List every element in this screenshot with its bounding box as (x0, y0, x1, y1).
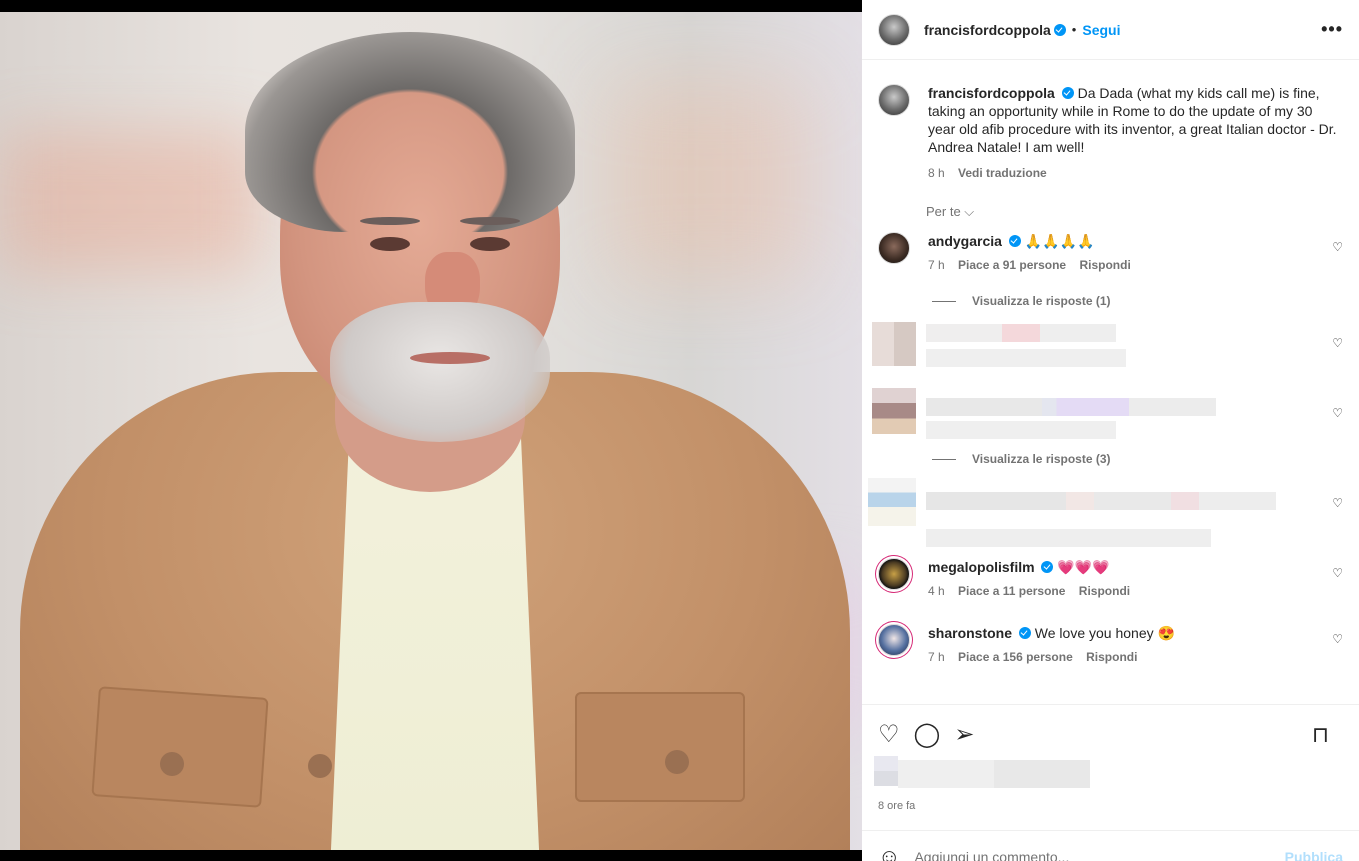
caption: francisfordcoppola Da Dada (what my kids… (878, 84, 1343, 182)
comment-item: andygarcia 🙏🙏🙏🙏 7 h Piace a 91 persone R… (878, 232, 1343, 274)
comment-likes[interactable]: Piace a 91 persone (958, 258, 1066, 272)
pixelated-avatar (872, 322, 916, 366)
comment-likes[interactable]: Piace a 156 persone (958, 650, 1073, 664)
pixelated-avatar (868, 478, 916, 526)
bookmark-icon[interactable]: ⊓ (1312, 722, 1329, 748)
comment-item-hidden: ♡ (872, 322, 1343, 372)
post-side-panel: francisfordcoppola • Segui ••• francisfo… (862, 0, 1359, 861)
caption-time: 8 h (928, 166, 945, 180)
post-actions-bar: ♡ ◯ ➢ ⊓ (862, 704, 1359, 764)
pixelated-avatar (872, 388, 916, 434)
comment-text: We love you honey 😍 (1034, 625, 1175, 641)
comments-list[interactable]: francisfordcoppola Da Dada (what my kids… (862, 60, 1359, 704)
author-avatar[interactable] (878, 84, 910, 116)
comment-username[interactable]: sharonstone (928, 625, 1012, 641)
comment-username[interactable]: andygarcia (928, 233, 1002, 249)
heart-icon[interactable]: ♡ (1332, 336, 1343, 350)
post-time-ago: 8 ore fa (878, 800, 916, 812)
comment-likes[interactable]: Piace a 11 persone (958, 584, 1065, 598)
comment-filter-dropdown[interactable]: Per te ⌵ (926, 204, 1343, 220)
heart-icon[interactable]: ♡ (878, 720, 900, 749)
post-header: francisfordcoppola • Segui ••• (862, 0, 1359, 60)
verified-badge-icon (1018, 627, 1031, 639)
comment-time: 7 h (928, 650, 945, 664)
comment-icon[interactable]: ◯ (914, 720, 941, 749)
comment-text: 🙏🙏🙏🙏 (1024, 233, 1095, 249)
verified-badge-icon (1061, 87, 1074, 99)
see-translation-button[interactable]: Vedi traduzione (958, 166, 1047, 180)
heart-icon[interactable]: ♡ (1332, 496, 1343, 510)
send-icon[interactable]: ➢ (954, 720, 974, 749)
view-replies-button[interactable]: Visualizza le risposte (3) (932, 452, 1343, 466)
caption-username[interactable]: francisfordcoppola (928, 85, 1055, 101)
reply-button[interactable]: Rispondi (1079, 584, 1130, 598)
comment-input[interactable] (914, 848, 1285, 861)
comment-time: 7 h (928, 258, 945, 272)
heart-icon[interactable]: ♡ (1332, 406, 1343, 420)
emoji-icon[interactable]: ☺ (878, 844, 900, 861)
commenter-avatar[interactable] (878, 624, 910, 656)
follow-button[interactable]: Segui (1082, 22, 1120, 38)
publish-button[interactable]: Pubblica (1285, 849, 1343, 861)
comment-item: sharonstone We love you honey 😍 7 h Piac… (878, 624, 1343, 666)
verified-badge-icon (1041, 561, 1054, 573)
likes-count-hidden[interactable] (862, 756, 1359, 800)
heart-icon[interactable]: ♡ (1332, 240, 1343, 254)
comment-item-hidden: ♡ (868, 478, 1343, 547)
heart-icon[interactable]: ♡ (1332, 566, 1343, 580)
author-username[interactable]: francisfordcoppola (924, 22, 1051, 38)
add-comment-bar: ☺ Pubblica (862, 830, 1359, 861)
post-photo (0, 12, 862, 850)
comment-item: megalopolisfilm 💗💗💗 4 h Piace a 11 perso… (878, 558, 1343, 600)
comment-text: 💗💗💗 (1057, 559, 1110, 575)
comment-item-hidden: ♡ (872, 388, 1343, 439)
more-options-icon[interactable]: ••• (1321, 19, 1343, 40)
comment-time: 4 h (928, 584, 945, 598)
verified-badge-icon (1008, 235, 1021, 247)
instagram-post-view: francisfordcoppola • Segui ••• francisfo… (0, 0, 1359, 861)
commenter-avatar[interactable] (878, 232, 910, 264)
heart-icon[interactable]: ♡ (1332, 632, 1343, 646)
comment-username[interactable]: megalopolisfilm (928, 559, 1035, 575)
author-avatar[interactable] (878, 13, 910, 46)
reply-button[interactable]: Rispondi (1079, 258, 1130, 272)
reply-button[interactable]: Rispondi (1086, 650, 1137, 664)
view-replies-button[interactable]: Visualizza le risposte (1) (932, 294, 1343, 308)
commenter-avatar[interactable] (878, 558, 910, 590)
verified-badge-icon (1053, 23, 1066, 36)
